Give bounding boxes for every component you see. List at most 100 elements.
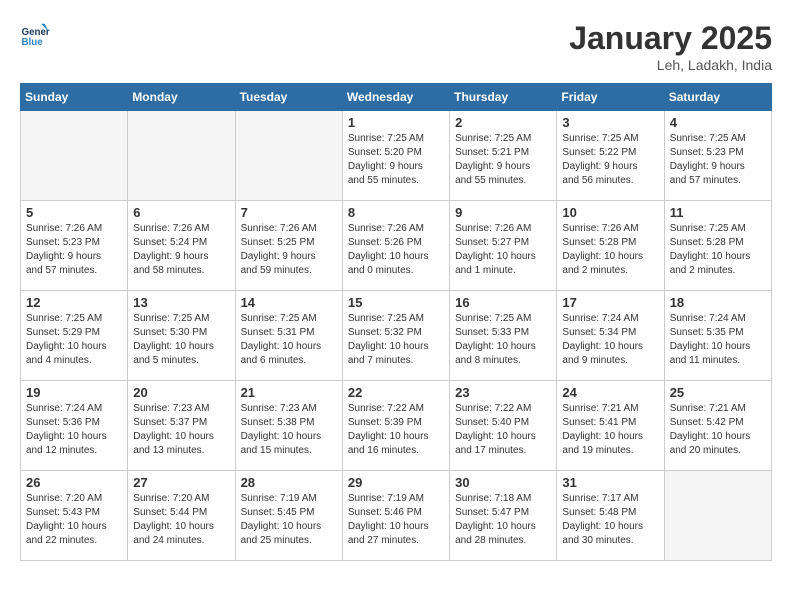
day-number: 13 — [133, 295, 229, 310]
calendar-cell: 4Sunrise: 7:25 AM Sunset: 5:23 PM Daylig… — [664, 111, 771, 201]
day-number: 11 — [670, 205, 766, 220]
day-info: Sunrise: 7:24 AM Sunset: 5:34 PM Dayligh… — [562, 312, 658, 368]
weekday-header-wednesday: Wednesday — [342, 84, 449, 111]
calendar-cell: 26 Sunrise: 7:20 AM Sunset: 5:43 PM Dayli… — [21, 471, 128, 561]
day-info: Sunrise: 7:26 AM Sunset: 5:28 PM Dayligh… — [562, 222, 658, 278]
page-header: General Blue January 2025 Leh, Ladakh, I… — [20, 20, 772, 73]
day-number: 12 — [26, 295, 122, 310]
calendar-cell: 14 Sunrise: 7:25 AM Sunset: 5:31 PM Dayli… — [235, 291, 342, 381]
day-info: Sunrise: 7:19 AM Sunset: 5:46 PM Dayligh… — [348, 492, 444, 548]
day-number: 14 — [241, 295, 337, 310]
day-info: Sunrise: 7:17 AM Sunset: 5:48 PM Dayligh… — [562, 492, 658, 548]
calendar-cell: 8Sunrise: 7:26 AM Sunset: 5:26 PM Daylig… — [342, 201, 449, 291]
weekday-header-saturday: Saturday — [664, 84, 771, 111]
day-info: Sunrise: 7:23 AM Sunset: 5:38 PM Dayligh… — [241, 402, 337, 458]
calendar-cell: 19 Sunrise: 7:24 AM Sunset: 5:36 PM Dayli… — [21, 381, 128, 471]
calendar-cell: 23Sunrise: 7:22 AM Sunset: 5:40 PM Dayli… — [450, 381, 557, 471]
logo-icon: General Blue — [20, 20, 50, 50]
calendar-cell: 15Sunrise: 7:25 AM Sunset: 5:32 PM Dayli… — [342, 291, 449, 381]
day-number: 10 — [562, 205, 658, 220]
day-info: Sunrise: 7:25 AM Sunset: 5:21 PM Dayligh… — [455, 132, 551, 188]
week-row-4: 19 Sunrise: 7:24 AM Sunset: 5:36 PM Dayli… — [21, 381, 772, 471]
day-number: 5 — [26, 205, 122, 220]
calendar-cell: 30 Sunrise: 7:18 AM Sunset: 5:47 PM Dayli… — [450, 471, 557, 561]
calendar-title: January 2025 — [569, 20, 772, 57]
day-info: Sunrise: 7:25 AM Sunset: 5:30 PM Dayligh… — [133, 312, 229, 368]
week-row-1: 1 Sunrise: 7:25 AM Sunset: 5:20 PM Daylig… — [21, 111, 772, 201]
day-number: 21 — [241, 385, 337, 400]
calendar-cell: 25 Sunrise: 7:21 AM Sunset: 5:42 PM Dayli… — [664, 381, 771, 471]
day-info: Sunrise: 7:18 AM Sunset: 5:47 PM Dayligh… — [455, 492, 551, 548]
day-number: 9 — [455, 205, 551, 220]
calendar-cell: 24 Sunrise: 7:21 AM Sunset: 5:41 PM Dayli… — [557, 381, 664, 471]
day-number: 20 — [133, 385, 229, 400]
day-number: 19 — [26, 385, 122, 400]
day-info: Sunrise: 7:25 AM Sunset: 5:32 PM Dayligh… — [348, 312, 444, 368]
day-number: 6 — [133, 205, 229, 220]
day-number: 8 — [348, 205, 444, 220]
calendar-cell: 11 Sunrise: 7:25 AM Sunset: 5:28 PM Dayli… — [664, 201, 771, 291]
day-info: Sunrise: 7:26 AM Sunset: 5:25 PM Dayligh… — [241, 222, 337, 278]
calendar-cell: 12 Sunrise: 7:25 AM Sunset: 5:29 PM Dayli… — [21, 291, 128, 381]
day-number: 26 — [26, 475, 122, 490]
day-info: Sunrise: 7:25 AM Sunset: 5:33 PM Dayligh… — [455, 312, 551, 368]
calendar-cell: 31 Sunrise: 7:17 AM Sunset: 5:48 PM Dayli… — [557, 471, 664, 561]
week-row-5: 26 Sunrise: 7:20 AM Sunset: 5:43 PM Dayli… — [21, 471, 772, 561]
day-info: Sunrise: 7:25 AM Sunset: 5:28 PM Dayligh… — [670, 222, 766, 278]
day-number: 3 — [562, 115, 658, 130]
calendar-cell: 13 Sunrise: 7:25 AM Sunset: 5:30 PM Dayli… — [128, 291, 235, 381]
day-info: Sunrise: 7:26 AM Sunset: 5:23 PM Dayligh… — [26, 222, 122, 278]
day-info: Sunrise: 7:20 AM Sunset: 5:43 PM Dayligh… — [26, 492, 122, 548]
day-info: Sunrise: 7:25 AM Sunset: 5:20 PM Dayligh… — [348, 132, 444, 188]
day-info: Sunrise: 7:23 AM Sunset: 5:37 PM Dayligh… — [133, 402, 229, 458]
day-number: 22 — [348, 385, 444, 400]
calendar-cell: 27Sunrise: 7:20 AM Sunset: 5:44 PM Dayli… — [128, 471, 235, 561]
day-number: 2 — [455, 115, 551, 130]
day-info: Sunrise: 7:25 AM Sunset: 5:29 PM Dayligh… — [26, 312, 122, 368]
calendar-cell: 9 Sunrise: 7:26 AM Sunset: 5:27 PM Daylig… — [450, 201, 557, 291]
day-info: Sunrise: 7:26 AM Sunset: 5:24 PM Dayligh… — [133, 222, 229, 278]
day-number: 4 — [670, 115, 766, 130]
weekday-header-thursday: Thursday — [450, 84, 557, 111]
calendar-cell: 3 Sunrise: 7:25 AM Sunset: 5:22 PM Daylig… — [557, 111, 664, 201]
day-number: 31 — [562, 475, 658, 490]
day-number: 25 — [670, 385, 766, 400]
day-info: Sunrise: 7:25 AM Sunset: 5:31 PM Dayligh… — [241, 312, 337, 368]
calendar-cell — [664, 471, 771, 561]
title-block: January 2025 Leh, Ladakh, India — [569, 20, 772, 73]
weekday-header-monday: Monday — [128, 84, 235, 111]
weekday-header-tuesday: Tuesday — [235, 84, 342, 111]
day-number: 16 — [455, 295, 551, 310]
calendar-cell: 22 Sunrise: 7:22 AM Sunset: 5:39 PM Dayli… — [342, 381, 449, 471]
calendar-cell — [21, 111, 128, 201]
calendar-cell: 20 Sunrise: 7:23 AM Sunset: 5:37 PM Dayli… — [128, 381, 235, 471]
weekday-header-sunday: Sunday — [21, 84, 128, 111]
calendar-cell: 21 Sunrise: 7:23 AM Sunset: 5:38 PM Dayli… — [235, 381, 342, 471]
calendar-cell: 28Sunrise: 7:19 AM Sunset: 5:45 PM Dayli… — [235, 471, 342, 561]
day-info: Sunrise: 7:22 AM Sunset: 5:39 PM Dayligh… — [348, 402, 444, 458]
day-info: Sunrise: 7:26 AM Sunset: 5:27 PM Dayligh… — [455, 222, 551, 278]
day-number: 1 — [348, 115, 444, 130]
day-info: Sunrise: 7:21 AM Sunset: 5:41 PM Dayligh… — [562, 402, 658, 458]
calendar-cell — [235, 111, 342, 201]
day-info: Sunrise: 7:21 AM Sunset: 5:42 PM Dayligh… — [670, 402, 766, 458]
logo: General Blue — [20, 20, 50, 50]
calendar-cell: 18Sunrise: 7:24 AM Sunset: 5:35 PM Dayli… — [664, 291, 771, 381]
day-number: 30 — [455, 475, 551, 490]
day-info: Sunrise: 7:25 AM Sunset: 5:22 PM Dayligh… — [562, 132, 658, 188]
day-number: 18 — [670, 295, 766, 310]
calendar-cell — [128, 111, 235, 201]
day-number: 23 — [455, 385, 551, 400]
day-number: 24 — [562, 385, 658, 400]
calendar-cell: 1 Sunrise: 7:25 AM Sunset: 5:20 PM Daylig… — [342, 111, 449, 201]
day-number: 7 — [241, 205, 337, 220]
day-number: 29 — [348, 475, 444, 490]
calendar-cell: 10 Sunrise: 7:26 AM Sunset: 5:28 PM Dayli… — [557, 201, 664, 291]
calendar-subtitle: Leh, Ladakh, India — [569, 57, 772, 73]
day-info: Sunrise: 7:20 AM Sunset: 5:44 PM Dayligh… — [133, 492, 229, 548]
calendar-cell: 6 Sunrise: 7:26 AM Sunset: 5:24 PM Daylig… — [128, 201, 235, 291]
day-info: Sunrise: 7:24 AM Sunset: 5:36 PM Dayligh… — [26, 402, 122, 458]
day-info: Sunrise: 7:19 AM Sunset: 5:45 PM Dayligh… — [241, 492, 337, 548]
calendar-cell: 16 Sunrise: 7:25 AM Sunset: 5:33 PM Dayli… — [450, 291, 557, 381]
calendar-table: SundayMondayTuesdayWednesdayThursdayFrid… — [20, 83, 772, 561]
